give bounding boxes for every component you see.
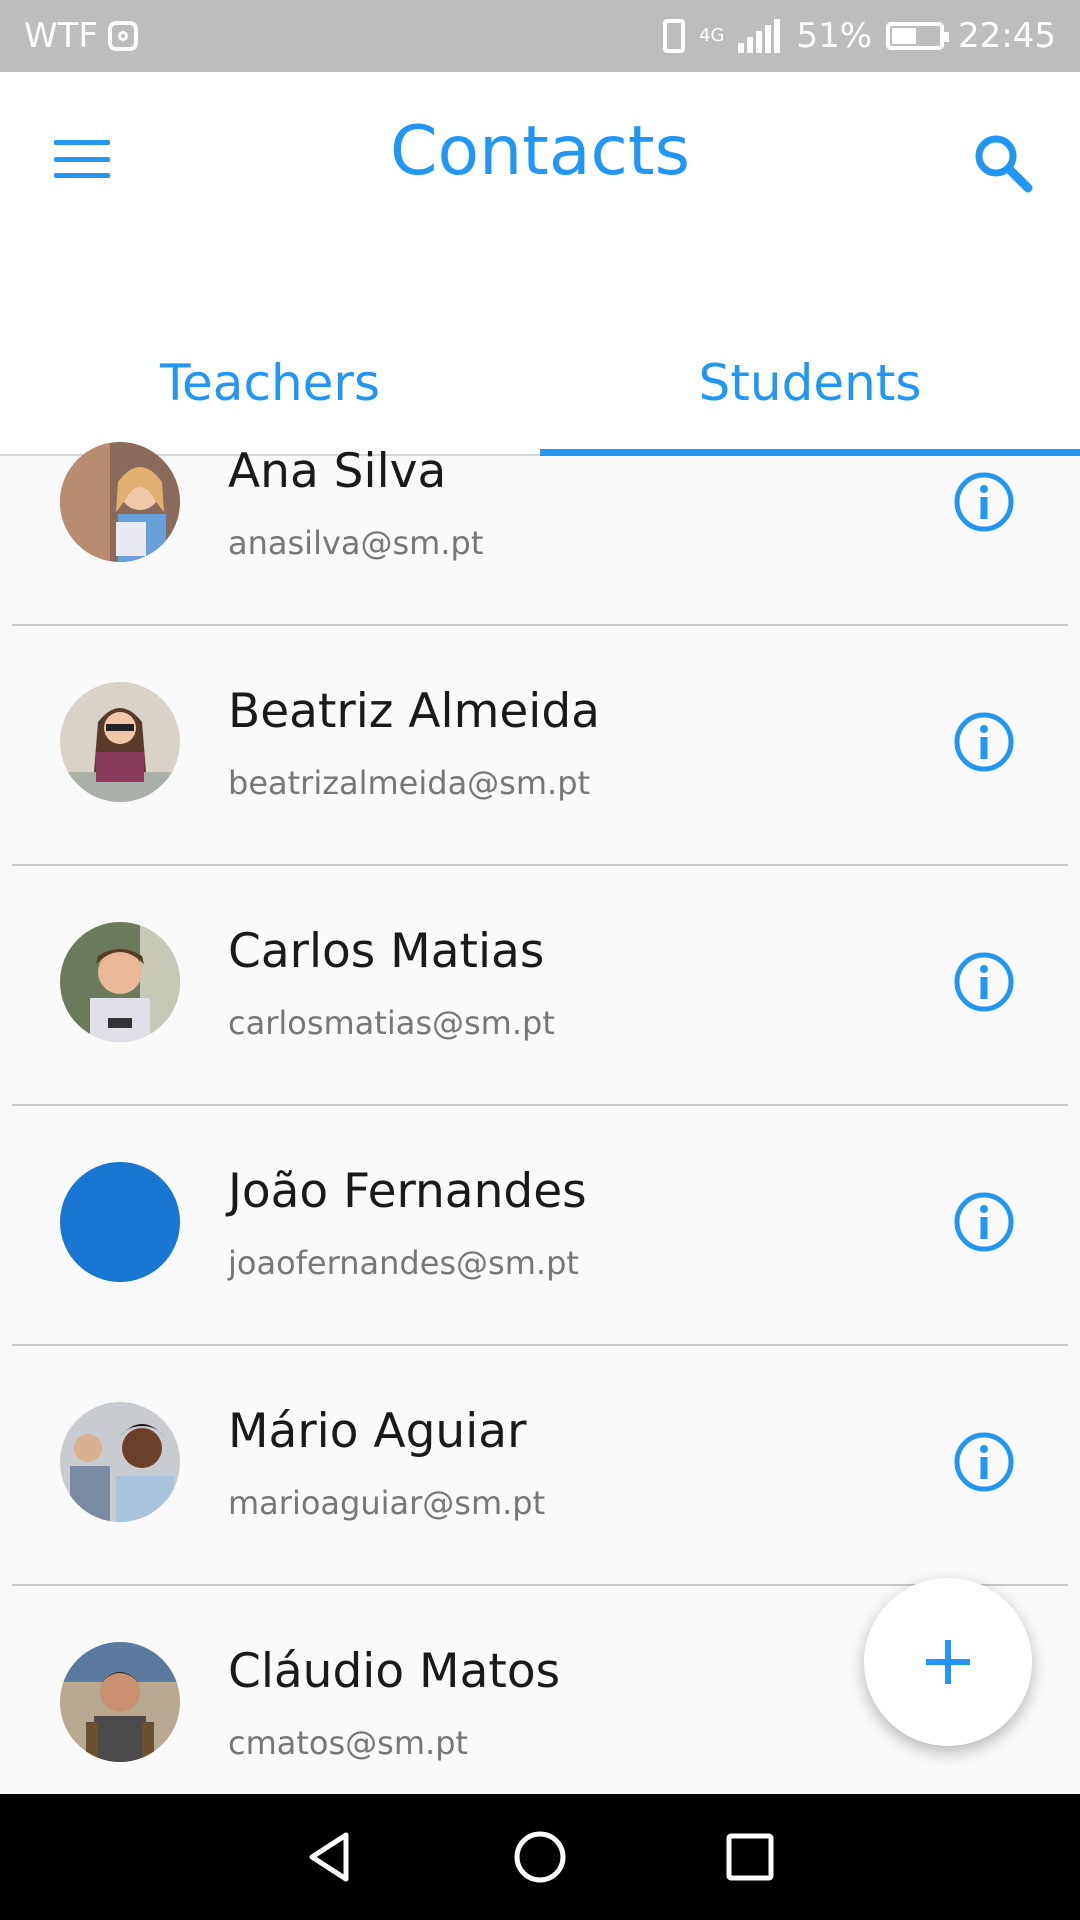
list-item[interactable]: Mário Aguiar marioaguiar@sm.pt	[0, 1346, 1080, 1586]
system-nav-bar	[0, 1794, 1080, 1920]
recents-icon[interactable]	[720, 1827, 780, 1887]
status-left: WTF	[24, 16, 138, 56]
status-bar: WTF 4G 51% 22:45	[0, 0, 1080, 72]
search-icon[interactable]	[970, 130, 1034, 194]
carrier-label: WTF	[24, 16, 98, 56]
plus-icon	[926, 1640, 970, 1684]
info-icon[interactable]	[952, 1430, 1016, 1494]
avatar	[60, 442, 180, 562]
vibrate-icon	[663, 19, 686, 53]
network-type-label: 4G	[699, 25, 725, 46]
status-right: 4G 51% 22:45	[663, 16, 1056, 56]
contact-email: carlosmatias@sm.pt	[228, 1004, 555, 1042]
contact-name: Carlos Matias	[228, 924, 545, 979]
add-contact-button[interactable]	[864, 1578, 1032, 1746]
contact-name: Beatriz Almeida	[228, 684, 600, 739]
contact-email: cmatos@sm.pt	[228, 1724, 469, 1762]
list-item[interactable]: João Fernandes joaofernandes@sm.pt	[0, 1106, 1080, 1346]
info-icon[interactable]	[952, 950, 1016, 1014]
contact-name: Ana Silva	[228, 444, 447, 499]
battery-icon	[886, 22, 950, 50]
home-icon[interactable]	[510, 1827, 570, 1887]
signal-icon	[738, 19, 782, 53]
contact-email: joaofernandes@sm.pt	[228, 1244, 579, 1282]
avatar	[60, 922, 180, 1042]
back-icon[interactable]	[300, 1827, 360, 1887]
contact-name: Mário Aguiar	[228, 1404, 527, 1459]
instagram-icon	[107, 21, 138, 51]
battery-percent: 51%	[796, 16, 873, 56]
avatar	[60, 1642, 180, 1762]
info-icon[interactable]	[952, 470, 1016, 534]
contact-email: marioaguiar@sm.pt	[228, 1484, 546, 1522]
contact-name: João Fernandes	[228, 1164, 587, 1219]
info-icon[interactable]	[952, 710, 1016, 774]
list-item[interactable]: Beatriz Almeida beatrizalmeida@sm.pt	[0, 626, 1080, 866]
avatar	[60, 1402, 180, 1522]
contact-email: beatrizalmeida@sm.pt	[228, 764, 591, 802]
clock: 22:45	[958, 16, 1056, 56]
info-icon[interactable]	[952, 1190, 1016, 1254]
list-item[interactable]: Carlos Matias carlosmatias@sm.pt	[0, 866, 1080, 1106]
contact-email: anasilva@sm.pt	[228, 524, 484, 562]
avatar	[60, 682, 180, 802]
app-bar: Contacts Teachers Students	[0, 72, 1080, 456]
list-item[interactable]: Ana Silva anasilva@sm.pt	[0, 386, 1080, 626]
page-title: Contacts	[390, 112, 690, 191]
contact-name: Cláudio Matos	[228, 1644, 561, 1699]
avatar	[60, 1162, 180, 1282]
